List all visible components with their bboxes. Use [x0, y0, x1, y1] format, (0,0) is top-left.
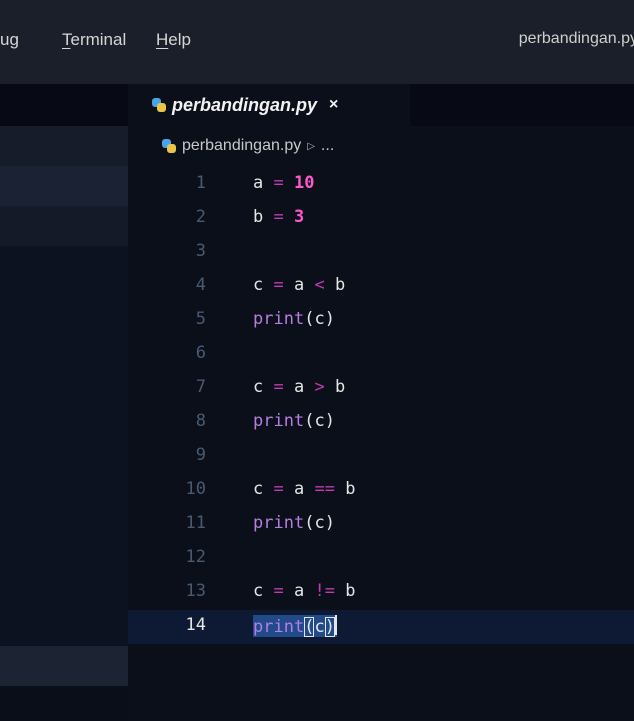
code-line[interactable]: 5 print(c) [128, 304, 634, 338]
code-line[interactable]: 12 [128, 542, 634, 576]
sidebar-header [0, 84, 128, 126]
breadcrumb: perbandingan.py ▷ ... [162, 134, 334, 158]
code-line[interactable]: 13 c = a != b [128, 576, 634, 610]
sidebar-item[interactable] [0, 686, 128, 721]
line-number: 7 [195, 377, 206, 397]
code-text: print(c) [253, 615, 337, 637]
code-text: print(c) [253, 513, 335, 533]
tab-label: perbandingan.py [172, 94, 318, 115]
line-number: 14 [185, 615, 206, 635]
menu-terminal[interactable]: Terminal [62, 30, 126, 50]
line-number: 3 [195, 241, 206, 261]
line-number: 12 [185, 547, 206, 567]
tab-bar: perbandingan.py × [128, 84, 634, 126]
code-text: print(c) [253, 309, 335, 329]
code-line[interactable]: 9 [128, 440, 634, 474]
sidebar-item[interactable] [0, 206, 128, 246]
breadcrumb-symbols[interactable]: ... [321, 137, 334, 155]
menu-help-label: elp [168, 30, 191, 49]
line-number: 2 [195, 207, 206, 227]
tab-perbandingan[interactable]: perbandingan.py × [128, 84, 410, 126]
current-code-line[interactable]: 14 print(c) [128, 610, 634, 644]
line-number: 5 [195, 309, 206, 329]
code-text: c = a < b [253, 275, 346, 295]
bracket-match: ( [304, 617, 315, 637]
code-text: print(c) [253, 411, 335, 431]
sidebar-item[interactable] [0, 646, 128, 686]
editor-pane: perbandingan.py × perbandingan.py ▷ ... … [128, 84, 634, 721]
sidebar-item[interactable] [0, 166, 128, 206]
code-text: a = 10 [253, 173, 315, 193]
menu-help-mnemonic: H [156, 30, 169, 49]
line-number: 13 [185, 581, 206, 601]
line-number: 11 [185, 513, 206, 533]
menu-terminal-mnemonic: T [62, 30, 71, 49]
menu-debug[interactable]: ug [0, 30, 19, 50]
line-number: 4 [195, 275, 206, 295]
code-line[interactable]: 1 a = 10 [128, 168, 634, 202]
sidebar-item[interactable] [0, 126, 128, 166]
python-icon [162, 139, 176, 153]
line-number: 8 [195, 411, 206, 431]
bracket-match: ) [324, 617, 335, 637]
code-text: c = a == b [253, 479, 356, 499]
code-line[interactable]: 10 c = a == b [128, 474, 634, 508]
menu-bar: ug Terminal Help perbandingan.py [0, 0, 634, 84]
code-line[interactable]: 7 c = a > b [128, 372, 634, 406]
close-icon[interactable]: × [329, 96, 338, 114]
code-line[interactable]: 2 b = 3 [128, 202, 634, 236]
explorer-sidebar [0, 84, 128, 721]
line-number: 1 [195, 173, 206, 193]
line-number: 9 [195, 445, 206, 465]
menu-help[interactable]: Help [156, 30, 191, 50]
code-line[interactable]: 6 [128, 338, 634, 372]
menu-terminal-label: erminal [70, 30, 127, 49]
code-line[interactable]: 11 print(c) [128, 508, 634, 542]
window-title: perbandingan.py [518, 30, 634, 47]
line-number: 6 [195, 343, 206, 363]
chevron-right-icon: ▷ [307, 140, 315, 152]
code-line[interactable]: 4 c = a < b [128, 270, 634, 304]
code-line[interactable]: 3 [128, 236, 634, 270]
code-text: c = a > b [253, 377, 346, 397]
breadcrumb-file[interactable]: perbandingan.py [182, 137, 301, 155]
line-number: 10 [185, 479, 206, 499]
code-text: b = 3 [253, 207, 305, 227]
text-cursor [334, 615, 337, 635]
code-line[interactable]: 8 print(c) [128, 406, 634, 440]
code-text: c = a != b [253, 581, 356, 601]
python-icon [152, 98, 166, 112]
